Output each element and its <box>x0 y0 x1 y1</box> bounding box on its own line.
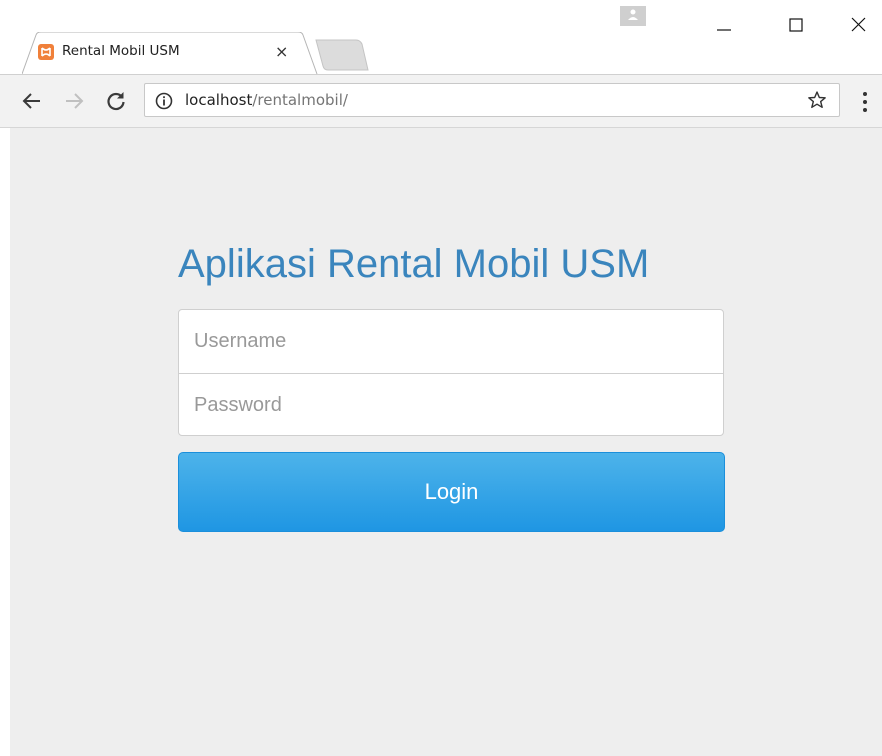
minimize-button[interactable] <box>704 8 744 38</box>
arrow-left-icon <box>22 93 40 109</box>
reload-icon <box>107 92 125 111</box>
page-content: Aplikasi Rental Mobil USM Login <box>10 128 882 756</box>
forward-button[interactable] <box>62 89 86 113</box>
profile-icon[interactable] <box>620 6 646 26</box>
url-path: /rentalmobil/ <box>252 91 348 109</box>
maximize-button[interactable] <box>776 8 816 38</box>
close-icon <box>851 17 866 32</box>
back-button[interactable] <box>20 89 44 113</box>
new-tab-button[interactable] <box>312 38 372 72</box>
address-bar[interactable]: localhost/rentalmobil/ <box>144 83 840 117</box>
info-icon[interactable] <box>155 92 173 110</box>
star-icon[interactable] <box>807 90 827 110</box>
tab-title: Rental Mobil USM <box>62 43 180 59</box>
login-form <box>178 309 724 436</box>
close-window-button[interactable] <box>838 8 878 38</box>
minimize-icon <box>717 29 731 31</box>
arrow-right-icon <box>66 93 84 109</box>
xampp-icon <box>38 44 54 60</box>
tab-close-icon[interactable]: × <box>275 42 288 61</box>
username-input[interactable] <box>179 310 723 372</box>
more-vertical-icon[interactable] <box>862 91 868 113</box>
browser-tab[interactable]: Rental Mobil USM × <box>22 32 318 74</box>
url-host: localhost <box>185 91 253 109</box>
url-text[interactable]: localhost/rentalmobil/ <box>185 91 348 109</box>
page-title: Aplikasi Rental Mobil USM <box>178 242 650 286</box>
login-button[interactable]: Login <box>178 452 725 532</box>
password-input[interactable] <box>179 374 723 436</box>
reload-button[interactable] <box>104 89 128 113</box>
maximize-icon <box>789 18 803 32</box>
browser-toolbar: localhost/rentalmobil/ <box>0 74 882 128</box>
browser-titlebar: Rental Mobil USM × <box>0 0 882 74</box>
